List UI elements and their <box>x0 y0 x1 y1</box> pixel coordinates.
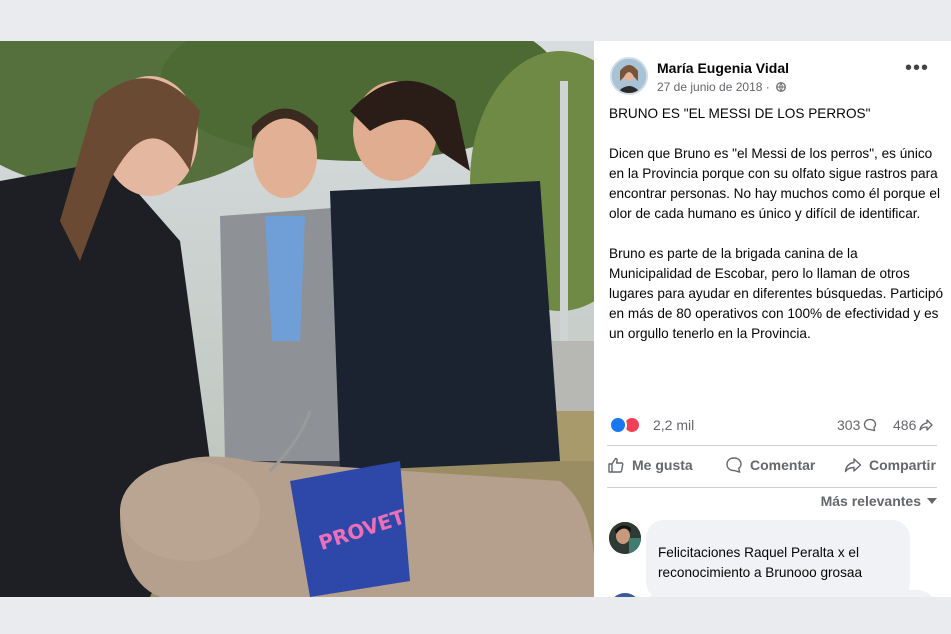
avatar-image <box>612 59 646 93</box>
comment-sort-dropdown[interactable]: Más relevantes <box>821 493 937 509</box>
post-date[interactable]: 27 de junio de 2018 · <box>657 80 787 94</box>
comment-button[interactable]: Comentar <box>725 456 815 474</box>
comment-count-icon <box>864 418 877 432</box>
divider-top <box>607 445 937 446</box>
dot-separator: · <box>762 80 774 94</box>
reaction-count[interactable]: 2,2 mil <box>653 417 694 433</box>
share-button[interactable]: Compartir <box>844 456 936 474</box>
post-paragraph-2: Bruno es parte de la brigada canina de l… <box>609 246 944 341</box>
like-reaction-icon <box>609 416 627 434</box>
share-count[interactable]: 486 <box>893 417 934 433</box>
commenter-avatar-image <box>609 522 641 554</box>
post-body: BRUNO ES "EL MESSI DE LOS PERROS" Dicen … <box>609 104 944 364</box>
globe-icon <box>776 82 787 92</box>
caret-down-icon <box>927 498 937 504</box>
comment-sort-label: Más relevantes <box>820 493 921 509</box>
commenter-avatar[interactable] <box>609 522 641 554</box>
post-actions: Me gusta Comentar Compartir <box>607 452 940 482</box>
photo-illustration: PROVET <box>0 41 594 597</box>
post-date-text[interactable]: 27 de junio de 2018 <box>657 80 762 94</box>
comment-icon <box>726 457 742 473</box>
divider-bottom <box>607 487 937 488</box>
post-paragraph-1: Dicen que Bruno es "el Messi de los perr… <box>609 146 940 221</box>
like-button-label: Me gusta <box>632 457 693 473</box>
like-button[interactable]: Me gusta <box>607 456 693 474</box>
share-count-icon <box>919 419 934 431</box>
second-comment-bubble[interactable] <box>646 590 936 597</box>
post-panel: María Eugenia Vidal 27 de junio de 2018 … <box>594 41 951 597</box>
author-name[interactable]: María Eugenia Vidal <box>657 60 789 76</box>
more-options-button[interactable]: ••• <box>905 58 929 78</box>
comment-text: Felicitaciones Raquel Peralta x el recon… <box>658 545 863 580</box>
share-icon <box>844 458 862 473</box>
comment-button-label: Comentar <box>750 457 816 473</box>
share-count-value[interactable]: 486 <box>893 417 916 433</box>
author-avatar[interactable] <box>610 57 648 95</box>
reactions-row: 2,2 mil 303 486 <box>609 415 939 435</box>
share-button-label: Compartir <box>869 457 936 473</box>
comment-count[interactable]: 303 <box>837 417 877 433</box>
comment-bubble[interactable]: Felicitaciones Raquel Peralta x el recon… <box>646 520 910 597</box>
post-title: BRUNO ES "EL MESSI DE LOS PERROS" <box>609 106 871 121</box>
comment-count-value[interactable]: 303 <box>837 417 860 433</box>
second-commenter-avatar[interactable] <box>609 593 641 597</box>
thumbs-up-icon <box>608 457 624 473</box>
post-photo[interactable]: PROVET <box>0 41 594 597</box>
